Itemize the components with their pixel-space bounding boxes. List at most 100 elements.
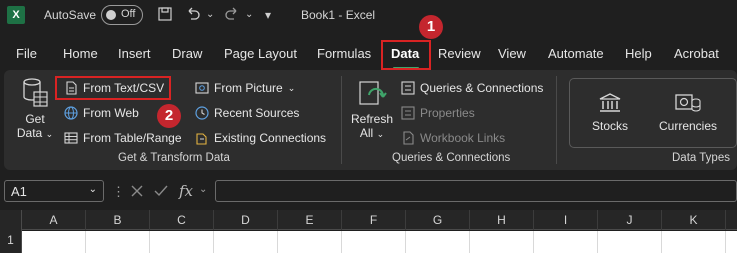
recent-sources-button[interactable]: Recent Sources <box>195 103 299 123</box>
tab-file[interactable]: File <box>16 46 37 61</box>
refresh-label-1: Refresh <box>350 112 394 126</box>
autosave-toggle[interactable]: Off <box>101 5 143 25</box>
tab-draw[interactable]: Draw <box>172 46 202 61</box>
group-separator <box>341 76 342 164</box>
workbook-links-button[interactable]: Workbook Links <box>401 128 505 148</box>
enter-icon[interactable] <box>153 180 169 203</box>
refresh-all-button[interactable]: Refresh All ⌄ <box>348 79 396 141</box>
from-web-button[interactable]: From Web <box>64 103 139 123</box>
tab-review[interactable]: Review <box>438 46 481 61</box>
bank-icon <box>599 93 621 112</box>
column-headers: A B C D E F G H I J K <box>0 210 737 230</box>
redo-icon[interactable] <box>224 6 240 27</box>
data-types-group-label: Data Types <box>672 152 730 164</box>
properties-icon <box>401 106 415 120</box>
column-header-e[interactable]: E <box>278 210 342 230</box>
name-box[interactable]: A1 ⌄ <box>4 180 104 202</box>
gridline <box>533 231 534 253</box>
globe-icon <box>64 106 78 120</box>
from-picture-button[interactable]: From Picture ⌄ <box>195 78 295 98</box>
toggle-knob <box>106 10 116 20</box>
column-header-b[interactable]: B <box>86 210 150 230</box>
column-header-k[interactable]: K <box>662 210 726 230</box>
undo-icon[interactable] <box>185 6 201 27</box>
stocks-label: Stocks <box>591 119 628 133</box>
connections-icon <box>196 133 207 145</box>
queries-connections-label: Queries & Connections <box>420 81 544 95</box>
column-header-h[interactable]: H <box>470 210 534 230</box>
column-header-g[interactable]: G <box>406 210 470 230</box>
chevron-down-icon: ⌄ <box>88 184 97 195</box>
clock-icon <box>195 106 209 120</box>
existing-connections-label: Existing Connections <box>214 131 327 145</box>
chevron-down-icon: ⌄ <box>287 82 296 93</box>
currencies-button[interactable]: Currencies <box>656 92 720 133</box>
queries-connections-button[interactable]: Queries & Connections <box>401 78 543 98</box>
autosave-state: Off <box>121 8 136 20</box>
gridline <box>341 231 342 253</box>
workbook-title: Book1 - Excel <box>301 8 376 22</box>
tab-help[interactable]: Help <box>625 46 652 61</box>
column-header-d[interactable]: D <box>214 210 278 230</box>
redo-dropdown-icon[interactable]: ⌄ <box>245 6 253 24</box>
data-tab-highlight <box>381 40 431 70</box>
tab-acrobat[interactable]: Acrobat <box>674 46 719 61</box>
currencies-label: Currencies <box>658 119 718 133</box>
tab-view[interactable]: View <box>498 46 526 61</box>
tab-insert[interactable]: Insert <box>118 46 151 61</box>
database-icon <box>23 78 48 107</box>
select-all-corner[interactable] <box>0 210 22 230</box>
gridline <box>661 231 662 253</box>
column-header-j[interactable]: J <box>598 210 662 230</box>
column-header-a[interactable]: A <box>22 210 86 230</box>
tab-home[interactable]: Home <box>63 46 98 61</box>
properties-button[interactable]: Properties <box>401 103 475 123</box>
gridline <box>277 231 278 253</box>
gridline <box>597 231 598 253</box>
cell-row-1[interactable] <box>22 231 737 253</box>
from-text-csv-highlight <box>55 76 171 100</box>
queries-icon <box>401 81 415 95</box>
get-transform-group-label: Get & Transform Data <box>118 152 230 164</box>
column-header-i[interactable]: I <box>534 210 598 230</box>
gridline <box>469 231 470 253</box>
drag-handle-icon[interactable]: ⋮ <box>112 184 125 200</box>
tab-automate[interactable]: Automate <box>548 46 604 61</box>
queries-group-label: Queries & Connections <box>392 152 511 164</box>
column-header-f[interactable]: F <box>342 210 406 230</box>
from-picture-label: From Picture <box>214 81 283 95</box>
chevron-down-icon[interactable]: ⌄ <box>199 184 207 195</box>
cancel-icon[interactable] <box>129 180 145 203</box>
table-icon <box>64 132 78 144</box>
existing-connections-button[interactable]: Existing Connections <box>195 128 326 148</box>
insert-function-icon[interactable]: fx <box>179 182 193 200</box>
get-data-label-1: Get <box>25 112 45 126</box>
callout-1: 1 <box>419 15 443 39</box>
tab-formulas[interactable]: Formulas <box>317 46 371 61</box>
group-separator <box>556 76 557 164</box>
column-header-c[interactable]: C <box>150 210 214 230</box>
stocks-button[interactable]: Stocks <box>584 92 636 133</box>
get-data-button[interactable]: Get Data ⌄ <box>12 77 58 141</box>
from-table-range-button[interactable]: From Table/Range <box>64 128 182 148</box>
formula-input[interactable] <box>215 180 737 202</box>
chevron-down-icon: ⌄ <box>45 129 54 139</box>
undo-dropdown-icon[interactable]: ⌄ <box>206 6 214 24</box>
gridline <box>85 231 86 253</box>
gridline <box>405 231 406 253</box>
callout-2: 2 <box>157 104 181 128</box>
save-icon[interactable] <box>157 6 173 27</box>
refresh-label-2: All <box>359 126 374 140</box>
row-header-1[interactable]: 1 <box>0 230 22 253</box>
customize-toolbar-icon[interactable]: ▾ <box>265 6 271 24</box>
tab-page-layout[interactable]: Page Layout <box>224 46 297 61</box>
name-box-value: A1 <box>11 184 27 199</box>
excel-app-icon: X <box>7 6 25 24</box>
currency-icon <box>675 94 701 112</box>
get-data-label-2: Data <box>16 126 43 140</box>
ribbon-tabs: File Home Insert Draw Page Layout Formul… <box>0 40 737 68</box>
recent-sources-label: Recent Sources <box>214 106 300 120</box>
from-web-label: From Web <box>83 106 139 120</box>
title-bar: X AutoSave Off ⌄ ⌄ ▾ Book1 - Excel <box>0 0 737 32</box>
properties-label: Properties <box>420 106 475 120</box>
